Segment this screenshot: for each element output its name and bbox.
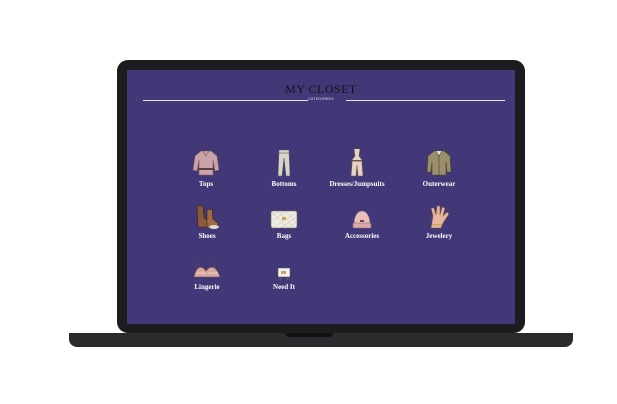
category-bags[interactable]: Bags [244,200,324,240]
laptop-hinge [285,333,333,337]
category-jewelery[interactable]: Jewelery [399,200,479,240]
bra-icon [167,251,247,281]
app-screen: MY CLOSET CATEGORIES Tops Bottoms Dresse… [127,70,515,324]
page-title: MY CLOSET [285,82,357,96]
trousers-icon [244,148,324,178]
category-label: Bottoms [271,180,297,188]
divider-right [346,100,505,101]
category-outerwear[interactable]: Outerwear [399,148,479,188]
category-label: Lingerie [194,283,220,291]
blouse-icon [166,148,246,178]
category-bottoms[interactable]: Bottoms [244,148,324,188]
category-label: Jewelery [425,232,453,240]
boots-icon [167,200,247,230]
jumpsuit-icon [317,148,397,178]
cart-icon [244,251,324,281]
category-tops[interactable]: Tops [166,148,246,188]
category-accessories[interactable]: Accessories [322,200,402,240]
category-label: Outerwear [422,180,456,188]
category-label: Tops [198,180,214,188]
quilted-bag-icon [244,200,324,230]
jacket-icon [399,148,479,178]
category-label: Shoes [198,232,216,240]
beanie-icon [322,200,402,230]
category-lingerie[interactable]: Lingerie [167,251,247,291]
category-label: Need It [273,283,295,291]
category-dresses-jumpsuits[interactable]: Dresses/Jumpsuits [317,148,397,188]
category-need-it[interactable]: Need It [244,251,324,291]
category-label: Dresses/Jumpsuits [329,180,385,188]
category-label: Bags [276,232,292,240]
category-shoes[interactable]: Shoes [167,200,247,240]
ringed-hand-icon [399,200,479,230]
category-label: Accessories [344,232,380,240]
